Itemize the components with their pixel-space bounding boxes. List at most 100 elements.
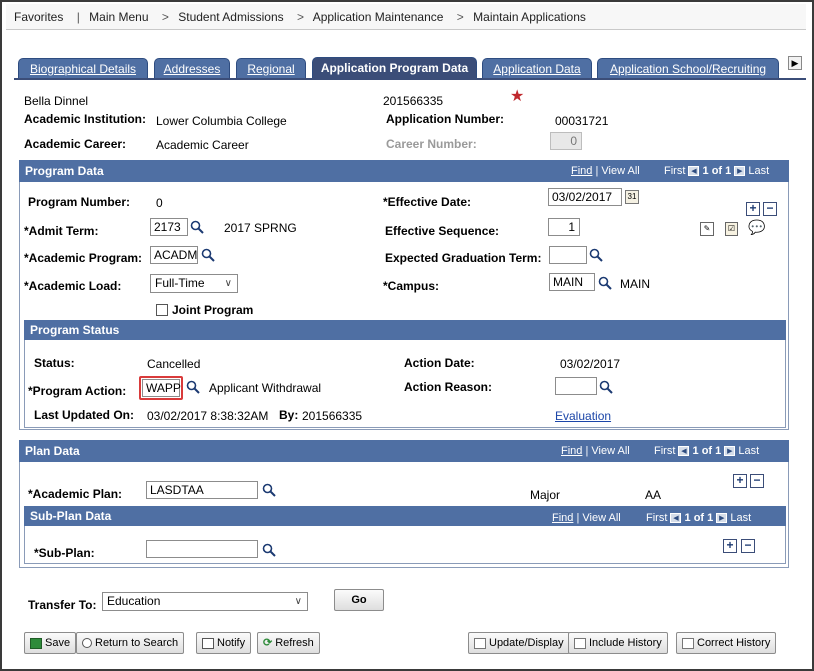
notify-button[interactable]: Notify xyxy=(196,632,252,654)
tab-application-program-data[interactable]: Application Program Data xyxy=(312,57,477,78)
first-link[interactable]: First xyxy=(646,512,667,524)
first-link[interactable]: First xyxy=(664,165,685,177)
effective-date-input[interactable]: 03/02/2017 xyxy=(548,188,622,206)
include-history-button[interactable]: Include History xyxy=(568,632,668,654)
star-icon: ★ xyxy=(510,88,525,105)
breadcrumb-main-menu[interactable]: Main Menu xyxy=(89,10,148,24)
delete-row-icon[interactable]: − xyxy=(763,202,777,216)
correct-history-button[interactable]: Correct History xyxy=(676,632,777,654)
effective-sequence-input[interactable]: 1 xyxy=(548,218,580,236)
breadcrumb-favorites[interactable]: Favorites xyxy=(14,10,63,24)
joint-program-checkbox[interactable] xyxy=(156,304,168,316)
campus-description: MAIN xyxy=(620,277,650,291)
campus-label: *Campus: xyxy=(383,279,440,293)
admit-term-description: 2017 SPRNG xyxy=(224,221,297,235)
prev-icon[interactable]: ◀ xyxy=(678,446,690,457)
academic-load-select[interactable]: Full-Time ∨ xyxy=(150,274,238,293)
career-number-field: 0 xyxy=(550,132,582,150)
prev-icon[interactable]: ◀ xyxy=(688,166,700,177)
update-display-button[interactable]: Update/Display xyxy=(468,632,570,654)
first-link[interactable]: First xyxy=(654,445,675,457)
program-number-label: Program Number: xyxy=(28,195,131,209)
academic-plan-input[interactable]: LASDTAA xyxy=(146,481,258,499)
admit-term-label: *Admit Term: xyxy=(24,224,99,238)
program-action-label: *Program Action: xyxy=(28,384,127,398)
action-date-label: Action Date: xyxy=(404,356,475,370)
transfer-to-value: Education xyxy=(107,594,161,608)
add-row-icon[interactable]: + xyxy=(733,474,747,488)
refresh-button[interactable]: ⟳ Refresh xyxy=(257,632,320,654)
tab-application-data[interactable]: Application Data xyxy=(482,58,592,78)
find-link[interactable]: Find xyxy=(571,165,592,177)
view-all-link[interactable]: View All xyxy=(582,512,620,524)
program-data-header: Program Data Find | View All First ◀ 1 o… xyxy=(19,160,789,182)
find-link[interactable]: Find xyxy=(561,445,582,457)
institution-label: Academic Institution: xyxy=(24,112,147,126)
delete-row-icon[interactable]: − xyxy=(750,474,764,488)
evaluation-link[interactable]: Evaluation xyxy=(555,409,611,423)
search-icon xyxy=(82,638,92,649)
last-link[interactable]: Last xyxy=(748,165,769,177)
view-all-link[interactable]: View All xyxy=(591,445,629,457)
right-arrow-icon[interactable]: ▶ xyxy=(788,56,802,70)
next-icon[interactable]: ▶ xyxy=(716,513,728,524)
expected-graduation-input[interactable] xyxy=(549,246,587,264)
tab-regional[interactable]: Regional xyxy=(236,58,306,78)
chevron-down-icon: ∨ xyxy=(224,278,232,289)
breadcrumb-application-maintenance[interactable]: Application Maintenance xyxy=(313,10,444,24)
search-icon[interactable] xyxy=(589,248,603,262)
tab-application-school-recruiting[interactable]: Application School/Recruiting xyxy=(597,58,779,78)
search-icon[interactable] xyxy=(186,380,200,394)
program-action-input[interactable]: WAPP xyxy=(142,379,181,397)
view-all-link[interactable]: View All xyxy=(601,165,639,177)
next-icon[interactable]: ▶ xyxy=(734,166,746,177)
transfer-to-select[interactable]: Education ∨ xyxy=(102,592,308,611)
return-to-search-button[interactable]: Return to Search xyxy=(76,632,185,654)
last-link[interactable]: Last xyxy=(738,445,759,457)
by-label: By: xyxy=(279,408,299,422)
breadcrumb-maintain-applications[interactable]: Maintain Applications xyxy=(473,10,586,24)
action-reason-label: Action Reason: xyxy=(404,380,493,394)
refresh-icon: ⟳ xyxy=(263,637,273,649)
tab-biographical-details[interactable]: Biographical Details xyxy=(18,58,148,78)
chevron-down-icon: ∨ xyxy=(294,596,302,607)
checklist-icon[interactable]: ☑ xyxy=(725,222,738,236)
student-name: Bella Dinnel xyxy=(24,94,89,108)
search-icon[interactable] xyxy=(598,276,612,290)
search-icon[interactable] xyxy=(599,380,613,394)
academic-program-label: *Academic Program: xyxy=(24,251,143,265)
save-button[interactable]: Save xyxy=(24,632,77,654)
campus-input[interactable]: MAIN xyxy=(549,273,595,291)
program-number-value: 0 xyxy=(156,196,163,210)
comment-icon[interactable]: 💬 xyxy=(748,219,765,236)
prev-icon[interactable]: ◀ xyxy=(670,513,682,524)
academic-program-input[interactable]: ACADM xyxy=(150,246,198,264)
breadcrumb-student-admissions[interactable]: Student Admissions xyxy=(178,10,283,24)
search-icon[interactable] xyxy=(190,220,204,234)
tab-addresses[interactable]: Addresses xyxy=(154,58,230,78)
last-link[interactable]: Last xyxy=(730,512,751,524)
action-reason-input[interactable] xyxy=(555,377,597,395)
row-count: 1 of 1 xyxy=(692,445,722,457)
sub-plan-input[interactable] xyxy=(146,540,258,558)
delete-row-icon[interactable]: − xyxy=(741,539,755,553)
find-link[interactable]: Find xyxy=(552,512,573,524)
search-icon[interactable] xyxy=(262,483,276,497)
calendar-icon[interactable]: 31 xyxy=(625,190,639,204)
add-row-icon[interactable]: + xyxy=(746,202,760,216)
plan-data-header: Plan Data Find | View All First ◀ 1 of 1… xyxy=(19,440,789,462)
search-icon[interactable] xyxy=(262,543,276,557)
career-value: Academic Career xyxy=(156,138,249,152)
student-id: 201566335 xyxy=(383,94,444,108)
status-value: Cancelled xyxy=(147,357,201,371)
sub-plan-title: Sub-Plan Data xyxy=(30,509,112,523)
effective-date-label: *Effective Date: xyxy=(383,195,472,209)
go-button[interactable]: Go xyxy=(334,589,384,611)
search-icon[interactable] xyxy=(201,248,215,262)
academic-load-label: *Academic Load: xyxy=(24,279,122,293)
notes-icon[interactable]: ✎ xyxy=(700,222,714,236)
admit-term-input[interactable]: 2173 xyxy=(150,218,188,236)
next-icon[interactable]: ▶ xyxy=(724,446,736,457)
add-row-icon[interactable]: + xyxy=(723,539,737,553)
career-number-label: Career Number: xyxy=(386,137,477,151)
